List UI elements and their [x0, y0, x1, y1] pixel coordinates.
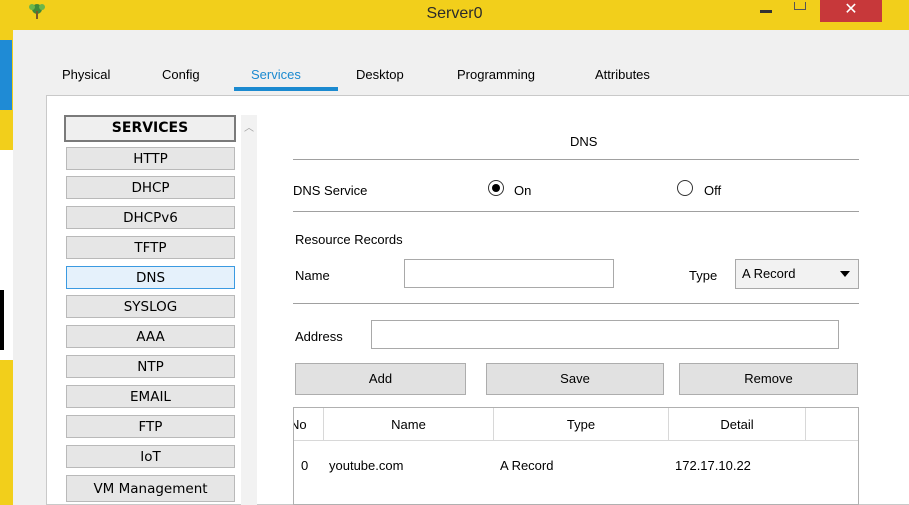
name-input[interactable] — [404, 259, 614, 288]
type-label: Type — [689, 268, 718, 283]
chevron-down-icon — [840, 271, 850, 277]
row-detail: 172.17.10.22 — [675, 458, 751, 473]
column-header-name: Name — [324, 408, 494, 441]
tab-config[interactable]: Config — [162, 67, 200, 82]
address-label: Address — [295, 329, 343, 344]
background-window-edge — [0, 30, 13, 505]
services-header: SERVICES — [64, 115, 236, 142]
service-item-http[interactable]: HTTP — [66, 147, 235, 170]
dns-off-label[interactable]: Off — [704, 183, 721, 198]
service-item-iot[interactable]: IoT — [66, 445, 235, 468]
service-item-tftp[interactable]: TFTP — [66, 236, 235, 259]
tab-services[interactable]: Services — [251, 67, 301, 82]
service-item-dns[interactable]: DNS — [66, 266, 235, 289]
window-title: Server0 — [426, 5, 483, 22]
services-scrollbar[interactable]: ︿ — [241, 115, 257, 505]
minimize-icon[interactable] — [760, 10, 772, 13]
radio-selected-dot — [492, 184, 500, 192]
column-header-type: Type — [494, 408, 669, 441]
dns-title: DNS — [570, 134, 598, 149]
scroll-up-icon[interactable]: ︿ — [244, 119, 254, 134]
add-button[interactable]: Add — [295, 363, 466, 395]
dns-off-radio[interactable] — [677, 180, 693, 196]
row-no: 0 — [301, 458, 309, 473]
background-window-accent — [0, 40, 12, 110]
dns-service-label: DNS Service — [293, 183, 368, 198]
close-icon[interactable]: ✕ — [820, 0, 882, 22]
service-item-aaa[interactable]: AAA — [66, 325, 235, 348]
tab-attributes[interactable]: Attributes — [595, 67, 650, 82]
divider — [293, 159, 859, 160]
tab-programming[interactable]: Programming — [457, 67, 535, 82]
active-tab-indicator — [234, 87, 338, 91]
dns-on-label[interactable]: On — [514, 183, 531, 198]
remove-button[interactable]: Remove — [679, 363, 858, 395]
tab-physical[interactable]: Physical — [62, 67, 110, 82]
name-label: Name — [295, 268, 330, 283]
service-item-dhcp[interactable]: DHCP — [66, 176, 235, 199]
type-select-value: A Record — [742, 266, 796, 281]
column-header-detail: Detail — [669, 408, 806, 441]
table-header: No Name Type Detail — [294, 408, 858, 441]
type-select[interactable]: A Record — [735, 259, 859, 289]
address-input[interactable] — [371, 320, 839, 349]
background-window-pane — [0, 150, 13, 360]
service-item-email[interactable]: EMAIL — [66, 385, 235, 408]
service-item-syslog[interactable]: SYSLOG — [66, 295, 235, 318]
dns-on-radio[interactable] — [488, 180, 504, 196]
maximize-icon[interactable] — [794, 2, 806, 10]
save-button[interactable]: Save — [486, 363, 664, 395]
divider — [293, 303, 859, 304]
row-type: A Record — [500, 458, 554, 473]
service-item-ntp[interactable]: NTP — [66, 355, 235, 378]
services-list: SERVICES HTTP DHCP DHCPv6 TFTP DNS SYSLO… — [64, 115, 239, 505]
title-bar: Server0 ✕ — [0, 0, 909, 30]
dns-records-table: No Name Type Detail 0 youtube.com A Reco… — [293, 407, 859, 505]
row-name: youtube.com — [329, 458, 404, 473]
tab-desktop[interactable]: Desktop — [356, 67, 404, 82]
service-item-ftp[interactable]: FTP — [66, 415, 235, 438]
resource-records-label: Resource Records — [295, 232, 403, 247]
background-window-bar — [0, 290, 4, 350]
service-item-vm-management[interactable]: VM Management — [66, 475, 235, 502]
service-item-dhcpv6[interactable]: DHCPv6 — [66, 206, 235, 229]
divider — [293, 211, 859, 212]
column-header-no: No — [294, 408, 324, 441]
